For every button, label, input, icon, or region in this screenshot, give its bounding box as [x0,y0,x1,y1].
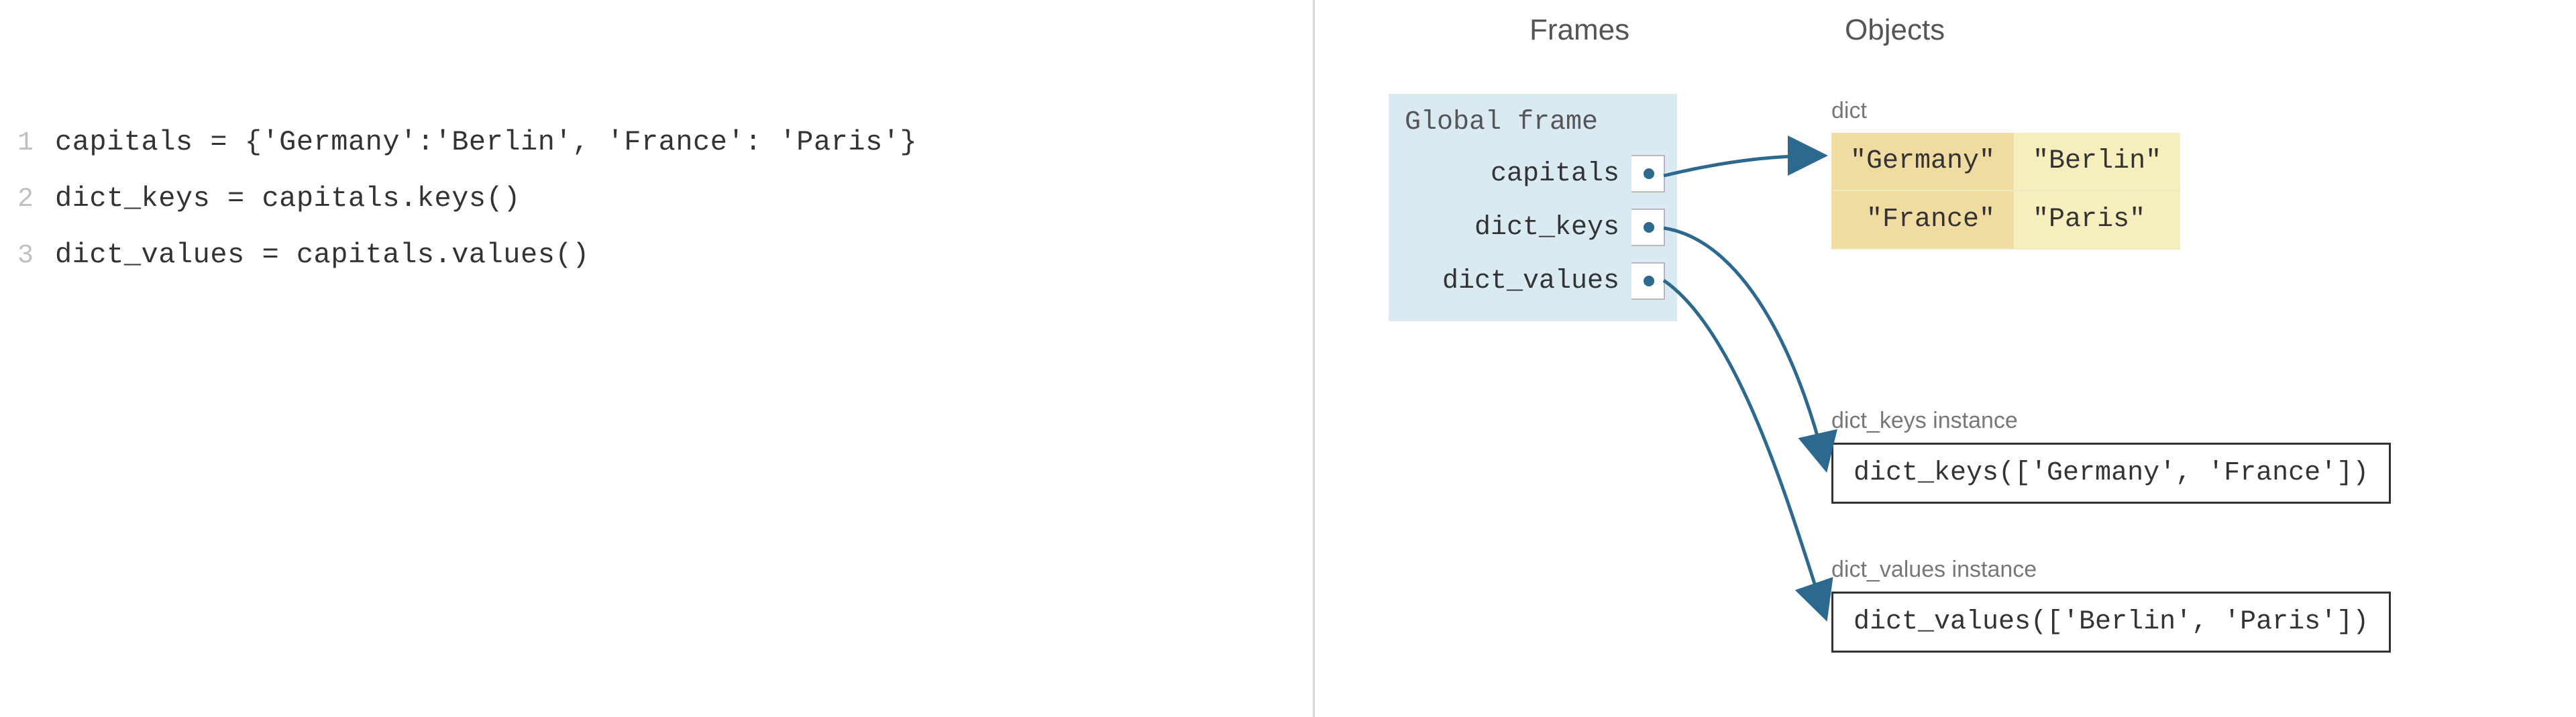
variable-name: dict_keys [1474,213,1619,243]
dict-row: "Germany" "Berlin" [1831,133,2180,190]
variable-name: capitals [1491,159,1619,189]
variable-row: dict_values [1389,254,1677,308]
arrow-dictkeys-to-obj [1664,228,1826,470]
code-text: dict_keys = capitals.keys() [55,170,521,227]
dict-row: "France" "Paris" [1831,190,2180,249]
code-text: capitals = {'Germany':'Berlin', 'France'… [55,114,917,170]
root: 1 capitals = {'Germany':'Berlin', 'Franc… [0,0,2576,717]
code-text: dict_values = capitals.values() [55,227,590,283]
pointer-port [1631,209,1665,246]
code-line: 1 capitals = {'Germany':'Berlin', 'Franc… [0,114,1313,170]
variable-row: capitals [1389,147,1677,201]
frame-title: Global frame [1389,102,1677,147]
variable-name: dict_values [1442,266,1619,296]
pointer-dot-icon [1644,168,1654,179]
global-frame: Global frame capitals dict_keys dict_val… [1389,94,1677,321]
dict-keys-type-label: dict_keys instance [1831,408,2018,434]
dict-value: "Berlin" [2014,133,2180,190]
dict-values-object: dict_values(['Berlin', 'Paris']) [1831,592,2391,653]
dict-type-label: dict [1831,98,1867,124]
line-number: 1 [0,117,34,170]
code-line: 2 dict_keys = capitals.keys() [0,170,1313,227]
objects-column-header: Objects [1845,13,1945,47]
line-number: 2 [0,173,34,227]
pointer-port [1631,262,1665,300]
dict-value: "Paris" [2014,190,2180,249]
pointer-dot-icon [1644,276,1654,286]
dict-keys-object: dict_keys(['Germany', 'France']) [1831,443,2391,504]
code-line: 3 dict_values = capitals.values() [0,227,1313,283]
frames-column-header: Frames [1529,13,1629,47]
dict-key: "France" [1831,190,2014,249]
variable-row: dict_keys [1389,201,1677,254]
dict-values-type-label: dict_values instance [1831,557,2037,583]
pointer-dot-icon [1644,222,1654,233]
arrow-dictvalues-to-obj [1664,280,1826,618]
arrow-capitals-to-dict [1664,156,1825,176]
pointer-port [1631,155,1665,192]
line-number: 3 [0,229,34,283]
visualization-pane: Frames Objects Global frame capitals dic… [1315,0,2576,717]
dict-key: "Germany" [1831,133,2014,190]
code-pane: 1 capitals = {'Germany':'Berlin', 'Franc… [0,0,1315,717]
dict-object: "Germany" "Berlin" "France" "Paris" [1831,133,2180,250]
